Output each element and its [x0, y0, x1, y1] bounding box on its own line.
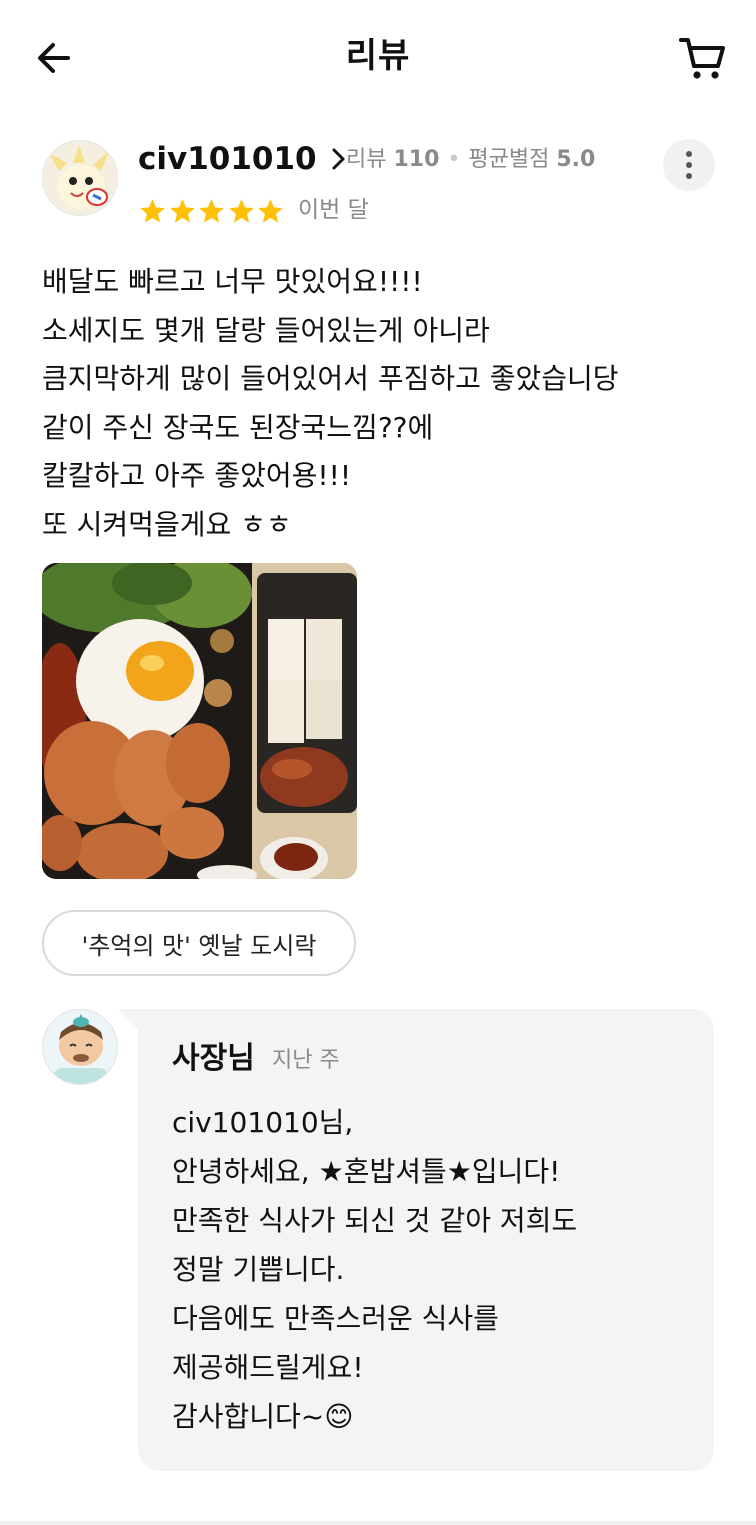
header: 리뷰	[0, 0, 756, 112]
reviewer-avatar[interactable]	[42, 140, 118, 216]
menu-tag[interactable]: '추억의 맛' 옛날 도시락	[42, 910, 356, 976]
cart-button[interactable]	[674, 32, 730, 84]
rating-stars	[138, 194, 286, 228]
reply-line: 다음에도 만족스러운 식사를	[172, 1302, 499, 1335]
reviewer-name: civ101010	[138, 141, 317, 177]
page-title: 리뷰	[345, 36, 411, 76]
more-dots-icon	[686, 151, 692, 157]
review-line: 또 시켜먹을게요 ㅎㅎ	[42, 507, 292, 541]
star-icon	[199, 198, 224, 223]
review-line: 큼지막하게 많이 들어있어서 푸짐하고 좋았습니당	[42, 362, 619, 395]
owner-avatar	[42, 1009, 118, 1085]
review-count: 110	[393, 147, 440, 172]
star-icon	[228, 198, 254, 223]
reply-line: 정말 기쁩니다.	[172, 1253, 345, 1286]
review-line: 같이 주신 장국도 된장국느낌??에	[42, 410, 434, 444]
review-line: 배달도 빠르고 너무 맛있어요!!!!	[42, 265, 423, 298]
star-icon	[258, 198, 283, 223]
avg-rating: 5.0	[556, 147, 596, 172]
reviewer-name-link[interactable]: civ101010	[138, 138, 347, 180]
owner-reply-body: civ101010님, 안녕하세요, ★혼밥셔틀★입니다! 만족한 식사가 되신…	[172, 1098, 702, 1441]
reviewer-stats: 리뷰 110 • 평균별점 5.0	[346, 143, 595, 177]
reviewer-avatar-image	[43, 141, 117, 215]
bottom-divider	[0, 1521, 756, 1525]
review-body: 배달도 빠르고 너무 맛있어요!!!! 소세지도 몇개 달랑 들어있는게 아니라…	[42, 258, 732, 549]
review-count-label: 리뷰	[346, 147, 387, 172]
reply-line: 안녕하세요, ★혼밥셔틀★입니다!	[172, 1155, 561, 1188]
review-line: 소세지도 몇개 달랑 들어있는게 아니라	[42, 313, 490, 347]
more-options-button[interactable]	[663, 139, 715, 191]
reply-line: 감사합니다~😊	[172, 1400, 354, 1433]
review-line: 칼칼하고 아주 좋았어용!!!	[42, 459, 352, 492]
reply-line: 제공해드릴게요!	[172, 1351, 364, 1384]
star-icon	[140, 198, 165, 223]
reply-line: 만족한 식사가 되신 것 같아 저희도	[172, 1204, 578, 1237]
cart-icon	[679, 38, 725, 79]
review-photo[interactable]	[42, 563, 357, 879]
review-date: 이번 달	[298, 197, 369, 223]
avg-rating-label: 평균별점	[468, 147, 550, 172]
owner-reply-date: 지난 주	[272, 1048, 340, 1073]
food-photo-image	[42, 563, 357, 879]
reply-line: civ101010님,	[172, 1106, 354, 1139]
separator-dot: •	[447, 147, 461, 172]
owner-name: 사장님	[172, 1041, 255, 1076]
star-icon	[169, 198, 195, 223]
chevron-right-icon	[332, 148, 345, 170]
owner-avatar-image	[43, 1010, 117, 1084]
reply-bubble-tail	[118, 1009, 140, 1031]
